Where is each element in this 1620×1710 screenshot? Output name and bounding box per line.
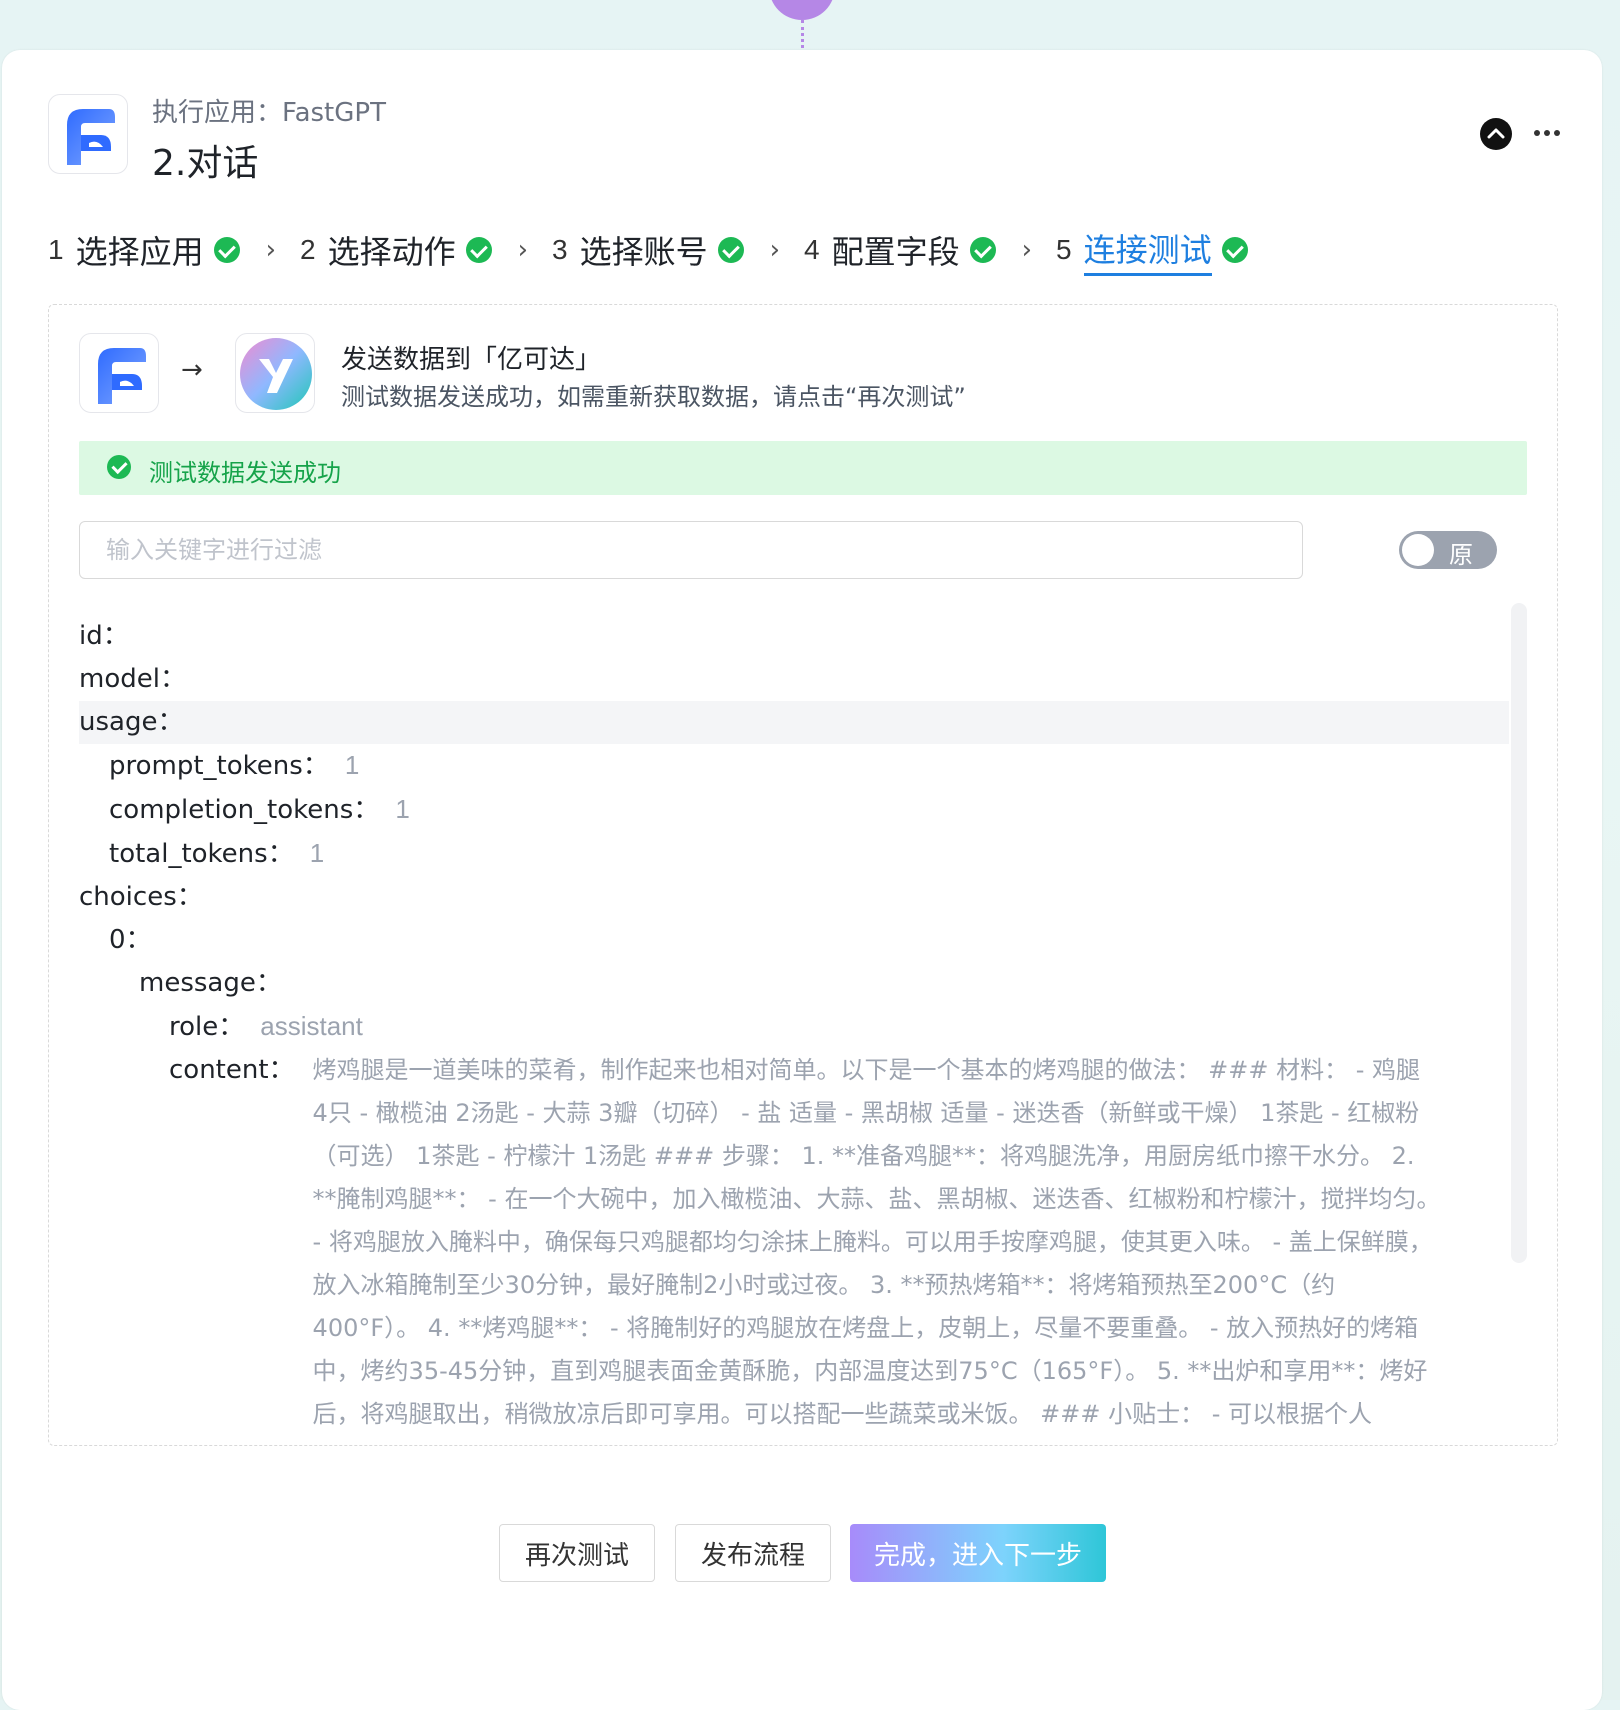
tree-value: 1	[309, 838, 325, 868]
test-target-title: 发送数据到「亿可达」	[341, 345, 602, 375]
success-alert: 测试数据发送成功	[79, 441, 1527, 495]
chevron-right-icon: ›	[769, 235, 780, 265]
step-select-action[interactable]: 2 选择动作	[300, 227, 492, 273]
step-number: 1	[48, 234, 64, 265]
response-tree: id： model： usage： prompt_tokens： 1 comple…	[79, 615, 1509, 1436]
check-circle-icon	[465, 237, 492, 263]
tree-key: total_tokens：	[109, 839, 294, 869]
yikeda-logo	[235, 333, 315, 413]
step-label-active: 连接测试	[1083, 225, 1212, 276]
scrollbar[interactable]	[1511, 603, 1527, 1263]
tree-value: 烤鸡腿是一道美味的菜肴，制作起来也相对简单。以下是一个基本的烤鸡腿的做法： ##…	[312, 1056, 1441, 1428]
step-label: 选择动作	[327, 233, 456, 271]
retest-button[interactable]: 再次测试	[499, 1524, 655, 1582]
tree-key: content：	[169, 1055, 295, 1085]
more-horizontal-icon[interactable]	[1532, 120, 1562, 148]
tree-row-total-tokens[interactable]: total_tokens： 1	[79, 832, 1509, 876]
tree-key: choices：	[79, 882, 203, 912]
step-select-app[interactable]: 1 选择应用	[48, 227, 240, 273]
tree-key: model：	[79, 664, 186, 694]
tree-key: id：	[79, 621, 129, 651]
tree-value: 1	[344, 750, 360, 780]
tree-value: 1	[395, 794, 410, 824]
arrow-right-icon: →	[181, 355, 203, 385]
step-configure-fields[interactable]: 4 配置字段	[804, 227, 996, 273]
publish-button[interactable]: 发布流程	[675, 1524, 831, 1582]
tree-key: 0：	[109, 925, 152, 955]
tree-key: completion_tokens：	[109, 795, 380, 825]
chevron-right-icon: ›	[265, 235, 276, 265]
flow-connector-line	[801, 20, 804, 48]
step-title: 2.对话	[152, 143, 259, 184]
chevron-up-circle-icon[interactable]	[1480, 118, 1512, 150]
check-circle-icon	[1221, 237, 1248, 263]
step-number: 5	[1056, 234, 1072, 265]
chevron-right-icon: ›	[517, 235, 528, 265]
tree-row-id[interactable]: id：	[79, 615, 1509, 658]
step-label: 选择账号	[579, 233, 708, 271]
tree-row-content[interactable]: content： 烤鸡腿是一道美味的菜肴，制作起来也相对简单。以下是一个基本的烤…	[79, 1049, 1509, 1436]
success-message: 测试数据发送成功	[149, 459, 341, 487]
tree-row-role[interactable]: role： assistant	[79, 1005, 1509, 1049]
finish-next-button[interactable]: 完成，进入下一步	[850, 1524, 1106, 1582]
tree-key: message：	[139, 968, 282, 998]
test-description: 测试数据发送成功，如需重新获取数据，请点击“再次测试”	[341, 383, 966, 411]
step-number: 3	[552, 234, 568, 265]
tree-row-choices[interactable]: choices：	[79, 876, 1509, 919]
stepper: 1 选择应用 › 2 选择动作 › 3 选择账号 › 4 配置字段 › 5 连接…	[48, 220, 1248, 280]
step-label: 配置字段	[831, 233, 960, 271]
tree-row-model[interactable]: model：	[79, 658, 1509, 701]
toggle-knob	[1402, 534, 1434, 566]
raw-toggle[interactable]: 原	[1399, 531, 1497, 569]
step-number: 2	[300, 234, 316, 265]
tree-key: role：	[169, 1012, 245, 1042]
tree-row-completion-tokens[interactable]: completion_tokens： 1	[79, 788, 1509, 832]
test-result-panel: → 发送数据到「亿可达」 测试数据发送成功，如需重新获取数据，请点击“再次测试”…	[48, 304, 1558, 1446]
tree-key: usage：	[79, 707, 184, 737]
check-circle-icon	[717, 237, 744, 263]
check-circle-icon	[213, 237, 240, 263]
step-number: 4	[804, 234, 820, 265]
filter-input[interactable]	[79, 521, 1303, 579]
step-connection-test[interactable]: 5 连接测试	[1056, 225, 1248, 276]
toggle-label: 原	[1449, 541, 1473, 569]
check-circle-icon	[107, 455, 131, 479]
check-circle-icon	[969, 237, 996, 263]
step-select-account[interactable]: 3 选择账号	[552, 227, 744, 273]
tree-row-index-0[interactable]: 0：	[79, 919, 1509, 962]
app-subtitle: 执行应用：FastGPT	[152, 98, 386, 128]
tree-row-message[interactable]: message：	[79, 962, 1509, 1005]
fastgpt-logo-small	[79, 333, 159, 413]
step-label: 选择应用	[75, 233, 204, 271]
flow-connector-node	[769, 0, 835, 20]
tree-value: assistant	[260, 1011, 363, 1041]
fastgpt-logo	[48, 94, 128, 174]
step-card: 执行应用：FastGPT 2.对话 1 选择应用 › 2 选择动作 › 3 选择…	[2, 50, 1602, 1710]
chevron-right-icon: ›	[1021, 235, 1032, 265]
tree-key: prompt_tokens：	[109, 751, 329, 781]
tree-row-prompt-tokens[interactable]: prompt_tokens： 1	[79, 744, 1509, 788]
tree-row-usage[interactable]: usage：	[79, 701, 1509, 744]
